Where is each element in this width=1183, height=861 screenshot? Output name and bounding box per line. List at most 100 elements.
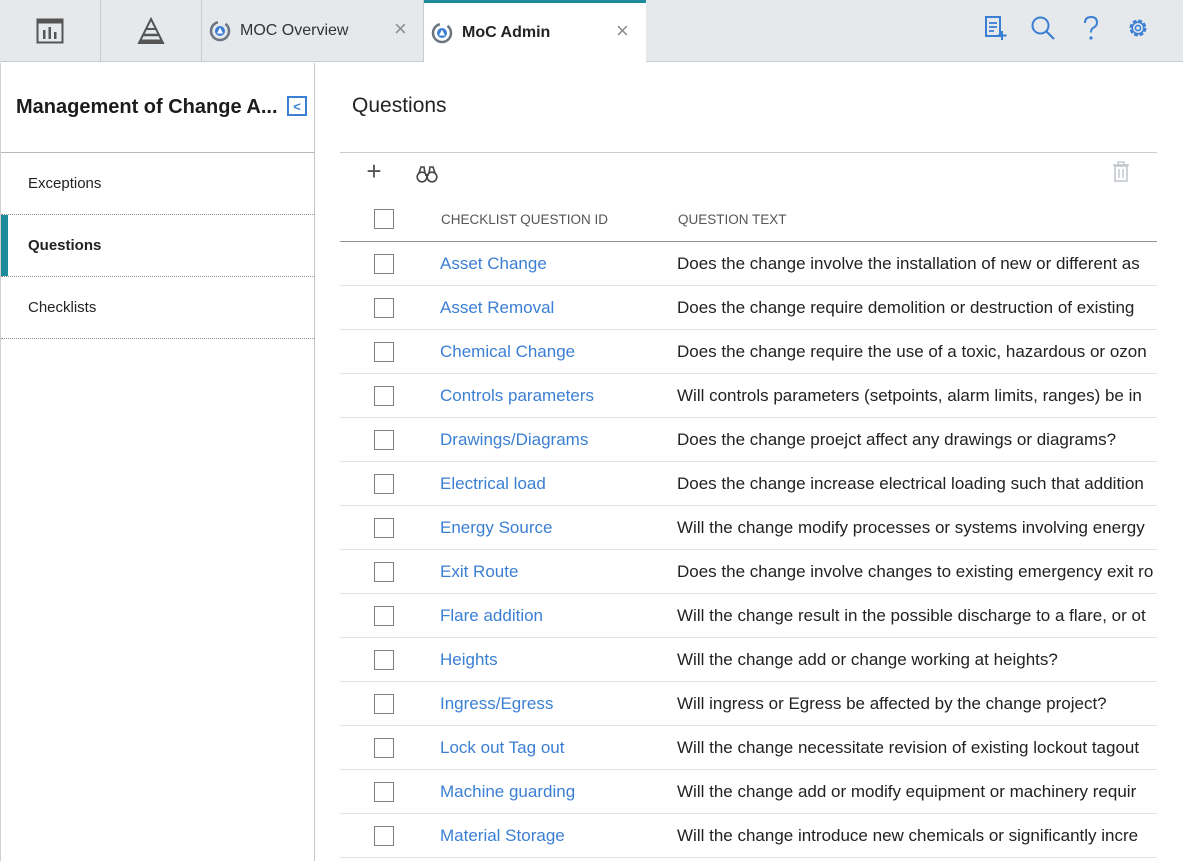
question-id-link[interactable]: Energy Source: [440, 518, 552, 538]
page-title: Questions: [352, 94, 447, 117]
column-header-question-text[interactable]: QUESTION TEXT: [678, 212, 787, 227]
moc-logo-icon: [208, 19, 232, 43]
document-add-icon: [983, 15, 1007, 46]
tab-moc-admin[interactable]: MoC Admin ×: [424, 0, 646, 62]
row-checkbox[interactable]: [374, 782, 394, 802]
question-text: Does the change involve the installation…: [677, 254, 1140, 273]
sidebar-item-checklists[interactable]: Checklists: [1, 277, 315, 339]
row-checkbox[interactable]: [374, 694, 394, 714]
question-text: Does the change involve changes to exist…: [677, 562, 1154, 581]
delete-button[interactable]: [1111, 161, 1131, 183]
chevron-left-icon: <: [293, 98, 301, 114]
question-text: Does the change increase electrical load…: [677, 474, 1144, 493]
row-checkbox[interactable]: [374, 474, 394, 494]
table-row[interactable]: Electrical load Does the change increase …: [340, 462, 1157, 506]
question-id-link[interactable]: Ingress/Egress: [440, 694, 553, 714]
question-id-link[interactable]: Drawings/Diagrams: [440, 430, 588, 450]
question-text: Will the change modify processes or syst…: [677, 518, 1145, 537]
table-row[interactable]: Exit Route Does the change involve change…: [340, 550, 1157, 594]
question-id-link[interactable]: Chemical Change: [440, 342, 575, 362]
table-row[interactable]: Heights Will the change add or change wor…: [340, 638, 1157, 682]
collapse-sidebar-button[interactable]: <: [287, 96, 307, 116]
dashboard-icon: [36, 18, 64, 44]
question-id-link[interactable]: Material Storage: [440, 826, 565, 846]
table-row[interactable]: Asset Removal Does the change require dem…: [340, 286, 1157, 330]
question-id-link[interactable]: Lock out Tag out: [440, 738, 564, 758]
table-row[interactable]: Controls parameters Will controls paramet…: [340, 374, 1157, 418]
question-id-link[interactable]: Exit Route: [440, 562, 518, 582]
top-tab-bar: MOC Overview × MoC Admin ×: [0, 0, 1183, 62]
row-checkbox[interactable]: [374, 254, 394, 274]
pyramid-icon: [137, 17, 165, 45]
row-checkbox[interactable]: [374, 298, 394, 318]
select-all-checkbox[interactable]: [374, 209, 394, 229]
question-id-link[interactable]: Asset Change: [440, 254, 547, 274]
dashboard-tab[interactable]: [0, 0, 101, 62]
sidebar-item-label: Checklists: [28, 299, 97, 316]
column-header-question-id[interactable]: CHECKLIST QUESTION ID: [441, 212, 608, 227]
question-id-link[interactable]: Asset Removal: [440, 298, 554, 318]
table-row[interactable]: Lock out Tag out Will the change necessit…: [340, 726, 1157, 770]
close-icon[interactable]: ×: [616, 20, 629, 42]
question-text: Will ingress or Egress be affected by th…: [677, 694, 1107, 713]
table-row[interactable]: Drawings/Diagrams Does the change proejct…: [340, 418, 1157, 462]
close-icon[interactable]: ×: [394, 18, 407, 40]
table-row[interactable]: Asset Change Does the change involve the …: [340, 242, 1157, 286]
question-text: Does the change require the use of a tox…: [677, 342, 1147, 361]
trash-icon: [1111, 161, 1131, 187]
new-document-button[interactable]: [981, 15, 1009, 46]
sidebar-item-label: Questions: [28, 237, 102, 254]
question-id-link[interactable]: Flare addition: [440, 606, 543, 626]
question-text: Will the change result in the possible d…: [677, 606, 1146, 625]
question-text: Does the change proejct affect any drawi…: [677, 430, 1117, 449]
table-row[interactable]: Ingress/Egress Will ingress or Egress be …: [340, 682, 1157, 726]
row-checkbox[interactable]: [374, 518, 394, 538]
help-button[interactable]: [1077, 15, 1105, 46]
sidebar-nav: Exceptions Questions Checklists: [1, 152, 315, 339]
binoculars-icon: [416, 166, 438, 188]
question-text: Will the change add or modify equipment …: [677, 782, 1137, 801]
add-button[interactable]: +: [362, 158, 386, 184]
row-checkbox[interactable]: [374, 738, 394, 758]
toolbar-divider: [340, 152, 1157, 153]
table-header: CHECKLIST QUESTION ID QUESTION TEXT: [340, 198, 1157, 242]
question-id-link[interactable]: Electrical load: [440, 474, 546, 494]
table-row[interactable]: Energy Source Will the change modify proc…: [340, 506, 1157, 550]
row-checkbox[interactable]: [374, 826, 394, 846]
sidebar: Management of Change A... < Exceptions Q…: [0, 63, 315, 861]
gear-icon: [1126, 16, 1150, 45]
question-id-link[interactable]: Machine guarding: [440, 782, 575, 802]
row-checkbox[interactable]: [374, 430, 394, 450]
question-text: Will the change introduce new chemicals …: [677, 826, 1139, 845]
question-text: Will controls parameters (setpoints, ala…: [677, 386, 1142, 405]
sidebar-title: Management of Change A...: [16, 96, 278, 118]
table-row[interactable]: Material Storage Will the change introduc…: [340, 814, 1157, 858]
search-button[interactable]: [1029, 16, 1057, 44]
find-button[interactable]: [416, 164, 438, 184]
table-row[interactable]: Flare addition Will the change result in …: [340, 594, 1157, 638]
table-row[interactable]: Machine guarding Will the change add or m…: [340, 770, 1157, 814]
question-id-link[interactable]: Heights: [440, 650, 498, 670]
help-icon: [1081, 15, 1101, 46]
moc-logo-icon: [430, 21, 454, 45]
pyramid-tab[interactable]: [101, 0, 202, 62]
question-text: Will the change add or change working at…: [677, 650, 1058, 669]
tab-label: MoC Admin: [462, 23, 551, 41]
sidebar-item-label: Exceptions: [28, 175, 102, 192]
settings-button[interactable]: [1124, 16, 1152, 44]
table-row[interactable]: Chemical Change Does the change require t…: [340, 330, 1157, 374]
sidebar-item-exceptions[interactable]: Exceptions: [1, 153, 315, 215]
search-icon: [1030, 15, 1056, 46]
row-checkbox[interactable]: [374, 562, 394, 582]
row-checkbox[interactable]: [374, 606, 394, 626]
sidebar-item-questions[interactable]: Questions: [1, 215, 315, 277]
tab-moc-overview[interactable]: MOC Overview ×: [202, 0, 424, 62]
row-checkbox[interactable]: [374, 386, 394, 406]
plus-icon: +: [366, 156, 382, 186]
row-checkbox[interactable]: [374, 342, 394, 362]
table-body: Asset Change Does the change involve the …: [340, 242, 1157, 858]
row-checkbox[interactable]: [374, 650, 394, 670]
questions-table: CHECKLIST QUESTION ID QUESTION TEXT Asse…: [340, 198, 1157, 858]
question-id-link[interactable]: Controls parameters: [440, 386, 594, 406]
tab-label: MOC Overview: [240, 22, 349, 39]
